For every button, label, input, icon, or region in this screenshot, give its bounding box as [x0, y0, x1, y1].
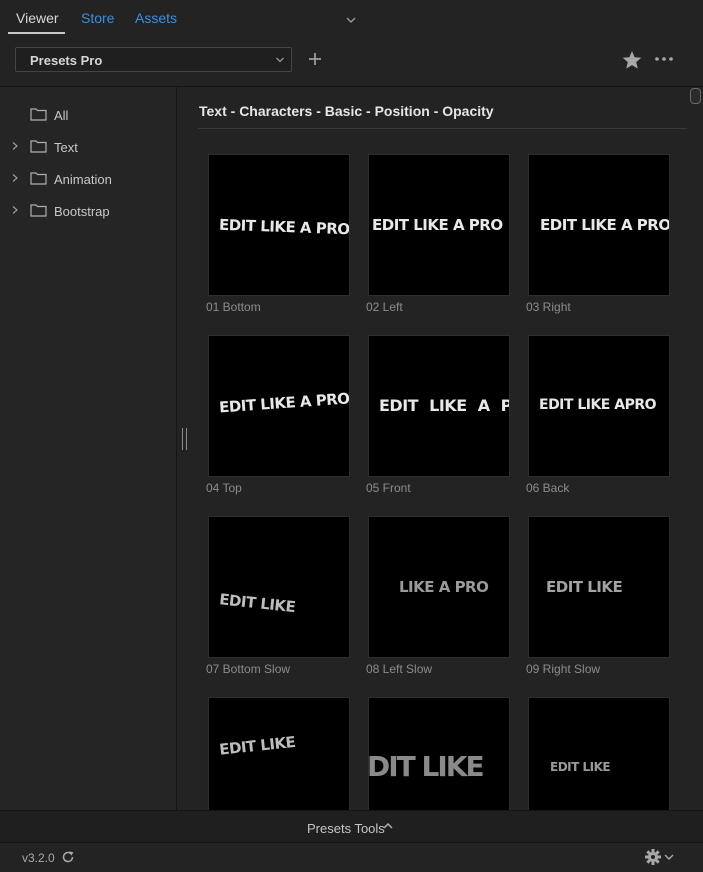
- chevron-down-icon: [664, 854, 674, 860]
- plus-icon: [309, 53, 321, 65]
- preset-caption: 03 Right: [526, 300, 571, 314]
- preset-caption: 02 Left: [366, 300, 403, 314]
- preview-text: EDIT LIKE A PRO: [372, 216, 503, 234]
- chevron-right-icon[interactable]: [11, 173, 19, 183]
- tab-bar: Viewer Store Assets: [0, 0, 703, 36]
- preset-thumbnail: EDIT LIKE: [208, 697, 350, 810]
- presets-tools-label[interactable]: Presets Tools: [307, 821, 385, 836]
- preset-caption: 05 Front: [366, 481, 411, 495]
- sidebar-item-label: Text: [54, 140, 78, 155]
- sidebar-item-label: Bootstrap: [54, 204, 110, 219]
- preview-text: LIKE A PRO: [399, 578, 489, 596]
- settings-menu-button[interactable]: [645, 848, 677, 866]
- preview-text: EDIT LIKE: [218, 732, 297, 759]
- chevron-down-icon[interactable]: [345, 14, 357, 26]
- chevron-up-icon[interactable]: [382, 821, 394, 831]
- sidebar-item-text[interactable]: Text: [0, 136, 176, 158]
- preview-text: EDIT LIKE: [550, 760, 611, 774]
- folder-icon: [30, 140, 47, 153]
- sidebar-item-label: All: [54, 108, 69, 123]
- version-label: v3.2.0: [22, 851, 55, 865]
- chevron-down-icon: [276, 57, 284, 63]
- tab-store[interactable]: Store: [81, 10, 114, 26]
- favorites-button[interactable]: [621, 49, 643, 71]
- preset-caption: 01 Bottom: [206, 300, 261, 314]
- preview-text: DIT LIKE: [368, 750, 485, 783]
- vertical-scrollbar[interactable]: [689, 87, 701, 810]
- preview-text: EDIT LIKE A PRO: [218, 215, 350, 239]
- breadcrumb: Text - Characters - Basic - Position - O…: [199, 103, 494, 119]
- sidebar-item-animation[interactable]: Animation: [0, 168, 176, 190]
- preset-source-select[interactable]: Presets Pro: [15, 47, 292, 72]
- gear-icon: [645, 849, 661, 865]
- folder-icon: [30, 172, 47, 185]
- preset-thumbnail: LIKE A PRO: [368, 516, 510, 658]
- preview-text: EDIT LIKE A P: [379, 396, 510, 415]
- chevron-right-icon[interactable]: [11, 205, 19, 215]
- preset-caption: 06 Back: [526, 481, 570, 495]
- preview-text: EDIT LIKE APRO: [539, 397, 657, 413]
- folder-tree: All Text Animation Bootstrap: [0, 87, 176, 810]
- status-footer: v3.2.0: [0, 842, 703, 872]
- sidebar-item-label: Animation: [54, 172, 112, 187]
- active-tab-indicator: [8, 32, 65, 34]
- tab-viewer[interactable]: Viewer: [16, 10, 59, 26]
- chevron-right-icon[interactable]: [11, 141, 19, 151]
- refresh-icon[interactable]: [61, 850, 75, 864]
- preview-text: EDIT LIKE A PRO: [218, 389, 350, 417]
- preset-thumbnail: EDIT LIKE A PRO: [368, 154, 510, 296]
- more-options-button[interactable]: [653, 52, 675, 66]
- preset-caption: 09 Right Slow: [526, 662, 601, 676]
- folder-icon: [30, 204, 47, 217]
- preset-thumbnail: EDIT LIKE A PRO: [528, 154, 670, 296]
- preset-caption: 08 Left Slow: [366, 662, 433, 676]
- preset-thumbnail: EDIT LIKE APRO: [528, 335, 670, 477]
- sidebar-item-all[interactable]: All: [0, 104, 176, 126]
- star-icon: [622, 51, 642, 69]
- preset-thumbnail: DIT LIKE: [368, 697, 510, 810]
- preset-thumbnail: EDIT LIKE: [528, 516, 670, 658]
- preset-thumbnail: EDIT LIKE A PRO: [208, 154, 350, 296]
- preset-thumbnail: EDIT LIKE: [208, 516, 350, 658]
- preset-source-value: Presets Pro: [30, 53, 103, 68]
- preset-grid-panel: Text - Characters - Basic - Position - O…: [177, 87, 703, 810]
- add-button[interactable]: [305, 49, 325, 69]
- folder-icon: [30, 108, 47, 121]
- preview-text: EDIT LIKE A PRO: [540, 216, 670, 234]
- preset-thumbnail: EDIT LIKE: [528, 697, 670, 810]
- breadcrumb-divider: [198, 128, 687, 129]
- sidebar-item-bootstrap[interactable]: Bootstrap: [0, 200, 176, 222]
- scrollbar-thumb[interactable]: [690, 88, 701, 104]
- preset-thumbnail: EDIT LIKE A PRO: [208, 335, 350, 477]
- preset-thumbnail: EDIT LIKE A P: [368, 335, 510, 477]
- presets-tools-bar: Presets Tools: [0, 810, 703, 842]
- tab-assets[interactable]: Assets: [135, 10, 177, 26]
- preset-caption: 07 Bottom Slow: [206, 662, 291, 676]
- more-icon: [655, 57, 673, 61]
- preset-caption: 04 Top: [206, 481, 242, 495]
- preview-text: EDIT LIKE: [218, 590, 297, 617]
- preview-text: EDIT LIKE: [546, 578, 623, 596]
